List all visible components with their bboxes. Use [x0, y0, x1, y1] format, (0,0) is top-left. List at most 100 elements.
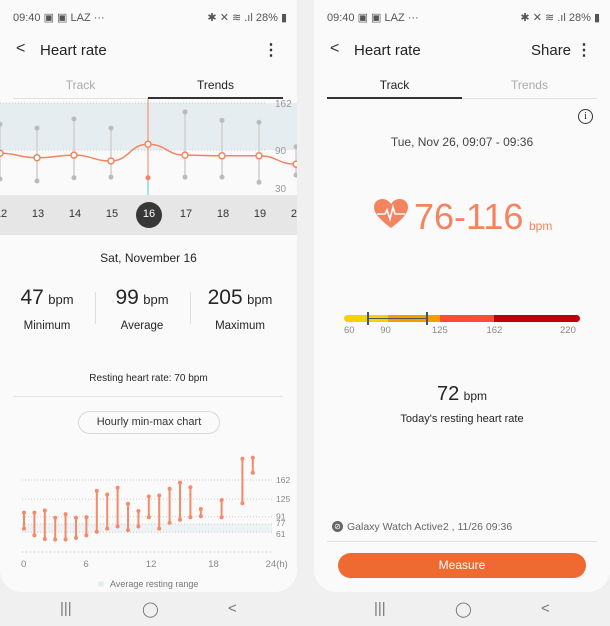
stat-label: Minimum — [23, 320, 71, 332]
y-tick-label: 162 — [276, 475, 290, 485]
max-point — [71, 116, 77, 122]
notification-icons: ▣ ▣ LAZ ··· — [43, 12, 105, 24]
max-point — [256, 119, 262, 125]
date-item[interactable]: 14 — [59, 208, 91, 220]
more-options-icon[interactable]: ⋮ — [263, 40, 279, 60]
legend-label: Average resting range — [110, 579, 199, 589]
more-options-icon[interactable]: ⋮ — [576, 40, 592, 60]
heart-rate-zone — [439, 315, 495, 322]
hourly-min-point — [115, 524, 120, 529]
hourly-min-point — [198, 514, 203, 519]
x-tick-label: 6 — [83, 559, 88, 570]
tab-track[interactable]: Track — [327, 78, 462, 92]
max-point — [108, 125, 114, 131]
x-tick-label: 24(h) — [266, 559, 288, 570]
min-point — [256, 179, 262, 185]
min-point — [108, 174, 114, 180]
hourly-max-point — [188, 485, 193, 490]
range-marker — [425, 312, 428, 325]
max-point — [219, 117, 225, 123]
hourly-max-point — [240, 456, 245, 461]
track-screen: 09:40 ▣ ▣ LAZ ··· ✱ ✕ ≋ .ıl 28% ▮ < Heart… — [314, 0, 610, 592]
share-button[interactable]: Share — [531, 42, 571, 59]
date-item[interactable]: 15 — [96, 208, 128, 220]
recent-apps-button[interactable]: ||| — [60, 600, 72, 617]
hourly-max-point — [167, 486, 172, 491]
hourly-min-max-chart-button[interactable]: Hourly min-max chart — [78, 411, 220, 434]
hourly-min-point — [250, 470, 255, 475]
date-item[interactable]: 13 — [22, 208, 54, 220]
stat-label: Average — [120, 320, 164, 332]
hourly-max-point — [178, 480, 182, 485]
stat-value: 99 — [115, 286, 139, 309]
hourly-max-point — [157, 493, 162, 498]
hourly-max-point — [22, 510, 26, 515]
selected-date: Sat, November 16 — [100, 251, 197, 265]
hourly-max-point — [198, 506, 203, 511]
hourly-min-point — [219, 515, 224, 520]
stat-value: 205 — [207, 286, 243, 309]
y-tick-label: 90 — [275, 146, 287, 157]
signal-icons: ✱ ✕ ≋ .ıl — [207, 12, 253, 24]
date-item[interactable]: 19 — [244, 208, 276, 220]
hourly-min-point — [157, 526, 162, 531]
y-tick-label: 125 — [276, 494, 290, 504]
tab-trends[interactable]: Trends — [462, 78, 597, 92]
resting-band — [22, 523, 272, 533]
hourly-max-point — [250, 455, 255, 460]
date-item[interactable]: 16 — [133, 208, 165, 220]
hourly-min-point — [188, 515, 193, 520]
info-icon[interactable]: i — [578, 109, 593, 124]
hourly-min-point — [63, 537, 68, 542]
zone-tick-label: 60 — [344, 325, 355, 336]
tab-trends[interactable]: Trends — [148, 78, 283, 92]
clock: 09:40 — [13, 12, 41, 24]
measured-range-line — [367, 318, 427, 319]
zone-tick-label: 220 — [560, 325, 576, 336]
average-point — [292, 160, 297, 168]
y-tick-label: 61 — [276, 529, 286, 539]
hourly-max-point — [146, 494, 151, 499]
home-button[interactable]: ◯ — [455, 600, 472, 618]
tab-track[interactable]: Track — [13, 78, 148, 92]
hourly-chart: 1621259177610 6 12 18 24(h) — [21, 455, 290, 570]
hourly-min-point — [22, 526, 26, 531]
stat-minimum: 47 bpm — [0, 286, 97, 310]
hourly-max-point — [84, 515, 89, 520]
back-arrow-icon[interactable]: < — [330, 40, 339, 58]
home-button[interactable]: ◯ — [142, 600, 159, 618]
back-button[interactable]: < — [541, 600, 550, 617]
stat-maximum: 205 bpm — [190, 286, 290, 310]
max-point — [182, 109, 188, 115]
resting-heart-rate: 72 bpm — [436, 383, 488, 405]
hourly-min-point — [42, 536, 47, 541]
back-button[interactable]: < — [228, 600, 237, 617]
hourly-min-point — [240, 501, 245, 506]
legend-swatch — [98, 581, 104, 587]
date-item[interactable]: 12 — [0, 208, 17, 220]
y-tick-label: 162 — [275, 99, 292, 110]
min-point — [34, 178, 40, 184]
measure-button[interactable]: Measure — [338, 553, 586, 578]
date-item[interactable]: 20 — [281, 208, 297, 220]
signal-icons: ✱ ✕ ≋ .ıl — [520, 12, 566, 24]
average-point — [70, 151, 78, 159]
min-point — [219, 174, 225, 180]
recent-apps-button[interactable]: ||| — [374, 600, 386, 617]
date-item[interactable]: 17 — [170, 208, 202, 220]
stat-unit: bpm — [247, 292, 273, 307]
back-arrow-icon[interactable]: < — [16, 40, 25, 58]
hourly-min-point — [136, 524, 141, 529]
watch-link-icon: ⊘ — [332, 521, 343, 532]
page-title: Heart rate — [40, 42, 107, 59]
stat-average: 99 bpm — [92, 286, 192, 310]
hourly-max-point — [126, 501, 130, 506]
clock: 09:40 — [327, 12, 355, 24]
device-source: Galaxy Watch Active2 , 11/26 09:36 — [347, 521, 513, 533]
trend-chart[interactable]: 162 90 30 — [0, 99, 297, 195]
date-item[interactable]: 18 — [207, 208, 239, 220]
hourly-min-point — [32, 533, 37, 538]
status-bar: 09:40 ▣ ▣ LAZ ··· ✱ ✕ ≋ .ıl 28% ▮ — [327, 12, 600, 24]
min-point — [293, 172, 297, 178]
resting-heart-rate: Resting heart rate: 70 bpm — [89, 373, 208, 384]
